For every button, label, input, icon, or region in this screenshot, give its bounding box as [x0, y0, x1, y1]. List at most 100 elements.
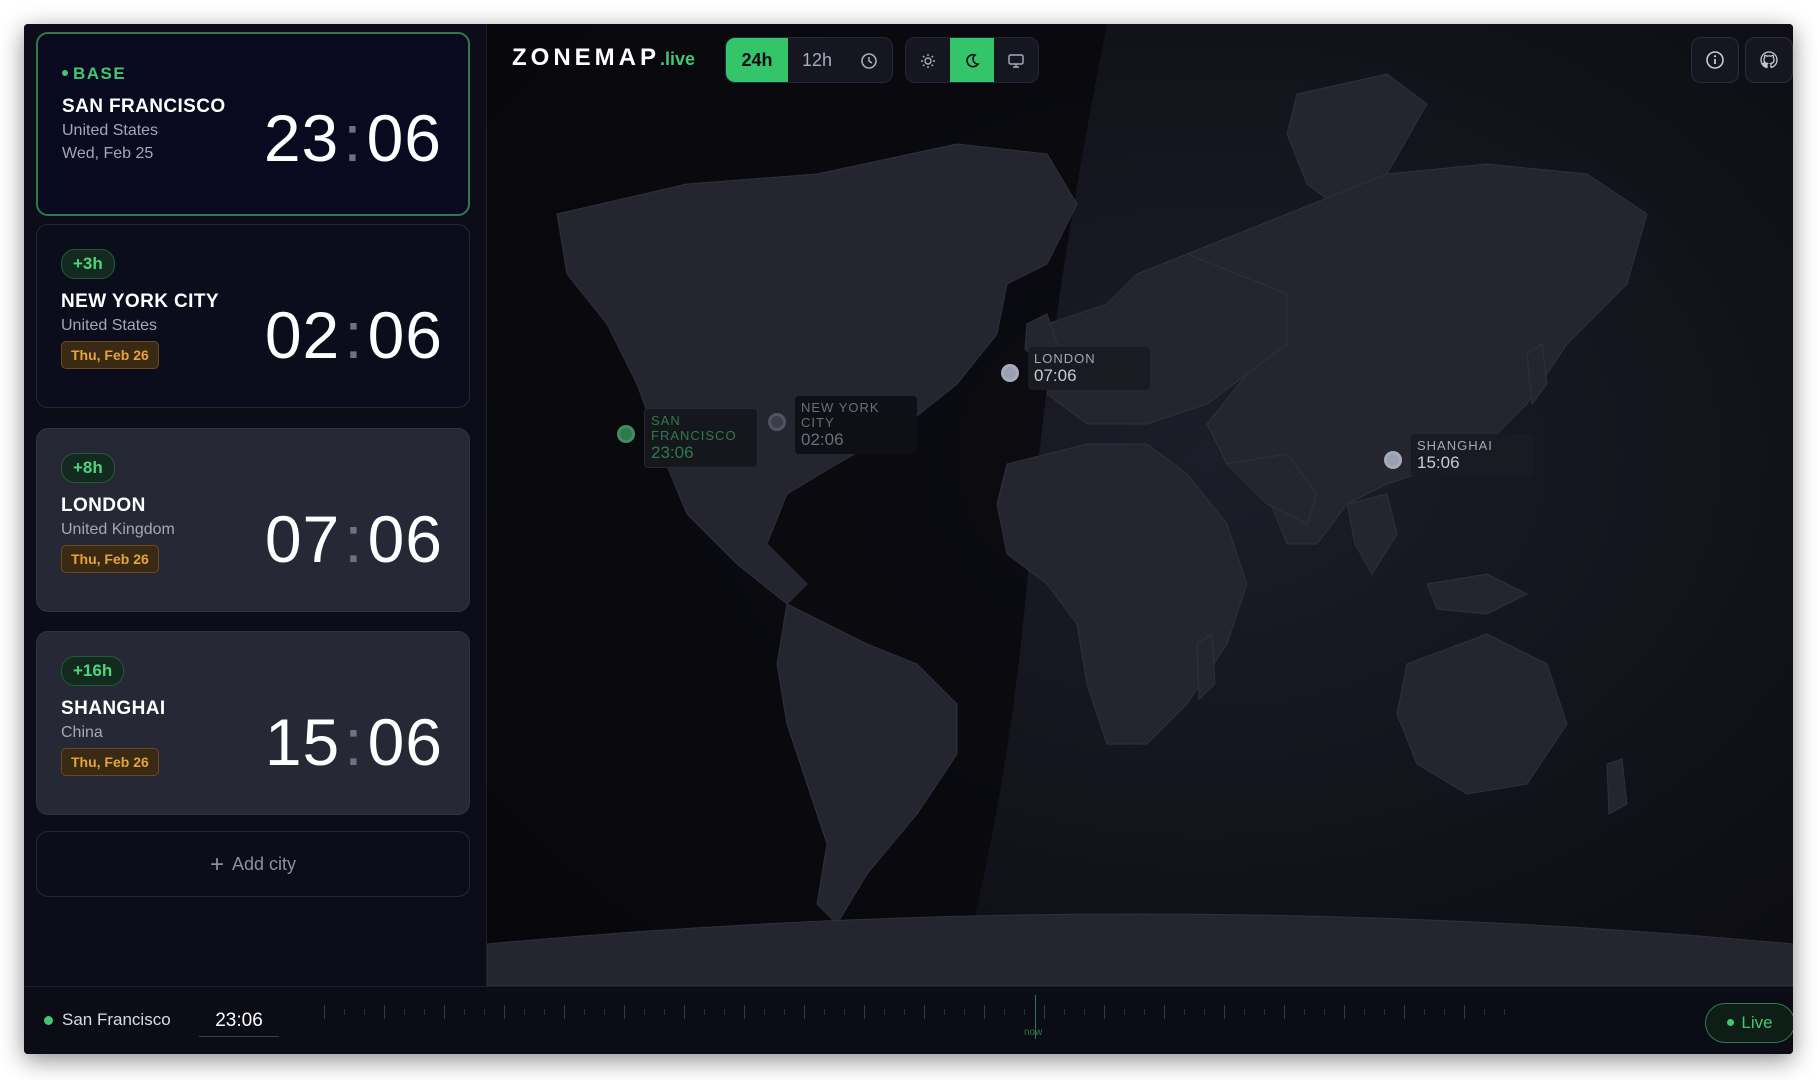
city-country: United Kingdom [61, 521, 175, 538]
offset-badge: +16h [61, 656, 125, 686]
app-window: BASE SAN FRANCISCO United States Wed, Fe… [24, 24, 1793, 1054]
format-12h-button[interactable]: 12h [788, 38, 846, 82]
timeline-tick [1344, 1005, 1345, 1019]
timeline-tick [744, 1005, 745, 1019]
city-clock: 02:06 [264, 298, 443, 372]
monitor-icon[interactable] [994, 38, 1038, 82]
timeline-tick [1364, 1009, 1365, 1015]
timeline-tick [1104, 1005, 1105, 1019]
timeline-bar[interactable]: San Francisco 23:06 now Live [24, 986, 1793, 1054]
date-badge: Thu, Feb 26 [61, 341, 159, 369]
offset-badge: +3h [61, 249, 115, 279]
city-name: LONDON [61, 495, 146, 516]
timeline-tick [1124, 1009, 1125, 1015]
timeline-tick [1424, 1009, 1425, 1015]
sidebar: BASE SAN FRANCISCO United States Wed, Fe… [24, 24, 487, 986]
timeline-tick [1044, 1005, 1045, 1019]
world-map[interactable]: SAN FRANCISCO 23:06 NEW YORK CITY 02:06 … [487, 24, 1793, 986]
timeline-city: San Francisco [62, 1010, 171, 1029]
live-dot [1727, 1019, 1735, 1026]
timeline-tick [864, 1005, 865, 1019]
timeline-tick [1384, 1009, 1385, 1015]
timeline-tick [1084, 1009, 1085, 1015]
timeline-tick [1144, 1009, 1145, 1015]
marker-dot [1001, 364, 1019, 382]
timeline-tick [684, 1005, 685, 1019]
timeline-tick [924, 1005, 925, 1019]
timeline-tick [884, 1009, 885, 1015]
city-clock: 07:06 [264, 502, 443, 576]
city-country: United States [62, 122, 159, 139]
city-card-shanghai[interactable]: +16h SHANGHAI China Thu, Feb 26 15:06 [36, 631, 470, 815]
city-country: United States [61, 317, 158, 334]
timeline-tick [464, 1009, 465, 1015]
timeline-tick [904, 1009, 905, 1015]
city-country: China [61, 724, 103, 741]
timeline-tick [664, 1009, 665, 1015]
timeline-time-input[interactable]: 23:06 [199, 1006, 279, 1037]
marker-dot [617, 425, 635, 443]
moon-icon[interactable] [950, 38, 994, 82]
city-name: SAN FRANCISCO [62, 96, 226, 117]
timeline-tick [1324, 1009, 1325, 1015]
timeline-tick [1304, 1009, 1305, 1015]
timeline-tick [984, 1005, 985, 1019]
timeline-tick [1264, 1009, 1265, 1015]
timeline-tick [604, 1009, 605, 1015]
timeline-tick [944, 1009, 945, 1015]
city-card-new-york[interactable]: +3h NEW YORK CITY United States Thu, Feb… [36, 224, 470, 408]
time-format-toggle: 24h 12h [725, 37, 893, 83]
timeline-tick [1064, 1009, 1065, 1015]
marker-label: SHANGHAI 15:06 [1411, 434, 1533, 477]
top-bar: ZONEMAP.live 24h 12h [487, 24, 1793, 94]
clock-icon[interactable] [846, 38, 892, 82]
timeline-tick [484, 1009, 485, 1015]
map-graphic [487, 24, 1793, 986]
github-button[interactable] [1745, 37, 1793, 83]
timeline-tick [1164, 1005, 1165, 1019]
timeline-tick [1184, 1009, 1185, 1015]
city-clock: 15:06 [264, 705, 443, 779]
timeline-tick [1244, 1009, 1245, 1015]
format-24h-button[interactable]: 24h [726, 38, 788, 82]
city-card-base[interactable]: BASE SAN FRANCISCO United States Wed, Fe… [36, 32, 470, 216]
timeline-tick [1464, 1005, 1465, 1019]
timeline-tick [1224, 1005, 1225, 1019]
city-card-london[interactable]: +8h LONDON United Kingdom Thu, Feb 26 07… [36, 428, 470, 612]
timeline-tick [384, 1005, 385, 1019]
city-name: SHANGHAI [61, 698, 166, 719]
date-badge: Thu, Feb 26 [61, 748, 159, 776]
timeline-tick [964, 1009, 965, 1015]
timeline-tick [544, 1009, 545, 1015]
base-badge: BASE [62, 64, 126, 84]
timeline-tick [564, 1005, 565, 1019]
timeline-tick [524, 1009, 525, 1015]
marker-label: NEW YORK CITY 02:06 [795, 396, 917, 454]
timeline-tick [444, 1005, 445, 1019]
timeline-tick [1404, 1005, 1405, 1019]
logo: ZONEMAP.live [512, 44, 696, 71]
now-label: now [1024, 1027, 1043, 1038]
info-button[interactable] [1691, 37, 1739, 83]
marker-label: LONDON 07:06 [1028, 347, 1150, 390]
sun-icon[interactable] [906, 38, 950, 82]
timeline-tick [844, 1009, 845, 1015]
timeline-tick [1444, 1009, 1445, 1015]
timeline-tick [724, 1009, 725, 1015]
timeline-tick [644, 1009, 645, 1015]
marker-dot [1384, 451, 1402, 469]
timeline-tick [1004, 1009, 1005, 1015]
timeline-tick [764, 1009, 765, 1015]
timeline-tick [364, 1009, 365, 1015]
live-button[interactable]: Live [1705, 1003, 1793, 1043]
add-city-button[interactable]: + Add city [36, 831, 470, 897]
timeline-tick [784, 1009, 785, 1015]
timeline-tick [1284, 1005, 1285, 1019]
timeline-tick [344, 1009, 345, 1015]
github-icon [1760, 51, 1778, 69]
timeline-tick [404, 1009, 405, 1015]
marker-dot [768, 413, 786, 431]
date-badge: Thu, Feb 26 [61, 545, 159, 573]
plus-icon: + [209, 851, 224, 878]
timeline-tick [424, 1009, 425, 1015]
